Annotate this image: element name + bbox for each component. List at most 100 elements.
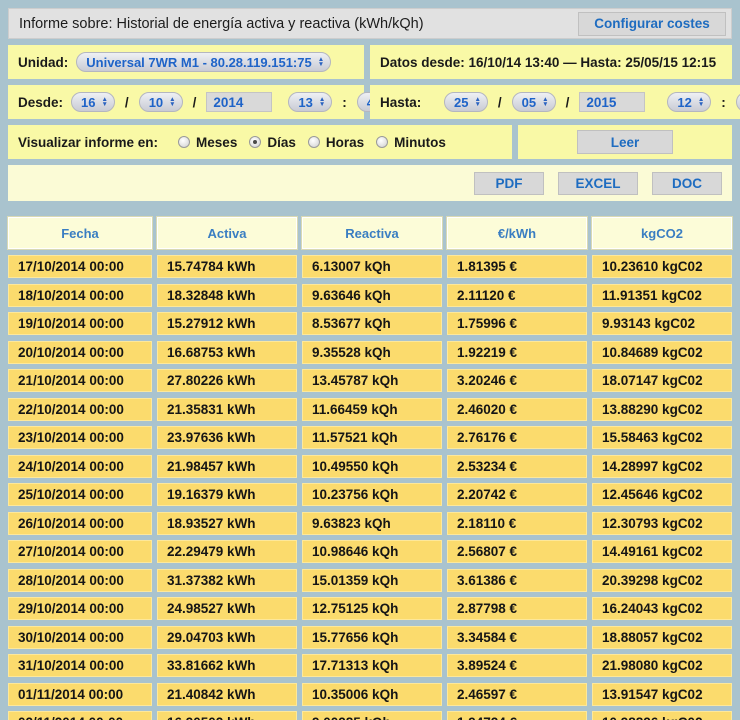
table-cell: 1.75996 € [447, 312, 587, 335]
table-cell: 21.98457 kWh [157, 455, 297, 478]
table-cell: 13.91547 kgC02 [592, 683, 732, 706]
range-panel: Datos desde: 16/10/14 13:40 — Hasta: 25/… [370, 45, 732, 79]
table-cell: 2.76176 € [447, 426, 587, 449]
table-cell: 1.94724 € [447, 711, 587, 720]
radio-icon[interactable] [249, 136, 261, 148]
table-cell: 18.88057 kgC02 [592, 626, 732, 649]
table-cell: 31.37382 kWh [157, 569, 297, 592]
table-cell: 19/10/2014 00:00 [8, 312, 152, 335]
table-cell: 15.58463 kgC02 [592, 426, 732, 449]
table-cell: 16.68753 kWh [157, 341, 297, 364]
table-cell: 25/10/2014 00:00 [8, 483, 152, 506]
chevron-up-down-icon: ▲▼ [101, 97, 107, 107]
unit-label: Unidad: [18, 55, 68, 70]
table-cell: 22.29479 kWh [157, 540, 297, 563]
table-cell: 12.75125 kQh [302, 597, 442, 620]
table-cell: 2.18110 € [447, 512, 587, 535]
unit-select[interactable]: Universal 7WR M1 - 80.28.119.151:75 ▲▼ [76, 52, 331, 72]
to-month-select[interactable]: 05 ▲▼ [512, 92, 556, 112]
report-table: FechaActivaReactiva€/kWhkgCO2 17/10/2014… [8, 217, 732, 720]
table-cell: 1.92219 € [447, 341, 587, 364]
configure-costs-button[interactable]: Configurar costes [578, 12, 726, 36]
table-cell: 11.57521 kQh [302, 426, 442, 449]
table-cell: 2.53234 € [447, 455, 587, 478]
table-cell: 10.23756 kQh [302, 483, 442, 506]
to-hour-value: 12 [677, 95, 691, 110]
table-cell: 23/10/2014 00:00 [8, 426, 152, 449]
view-option-1[interactable]: Días [249, 135, 296, 150]
table-cell: 17.71313 kQh [302, 654, 442, 677]
view-option-label: Minutos [394, 135, 446, 150]
unit-row: Unidad: Universal 7WR M1 - 80.28.119.151… [8, 45, 732, 79]
table-row: 27/10/2014 00:0022.29479 kWh10.98646 kQh… [8, 540, 732, 563]
table-cell: 31/10/2014 00:00 [8, 654, 152, 677]
table-cell: 10.23610 kgC02 [592, 255, 732, 278]
to-hour-select[interactable]: 12 ▲▼ [667, 92, 711, 112]
column-header-4: kgCO2 [592, 217, 732, 249]
table-row: 01/11/2014 00:0021.40842 kWh10.35006 kQh… [8, 683, 732, 706]
table-cell: 21/10/2014 00:00 [8, 369, 152, 392]
read-button[interactable]: Leer [577, 130, 673, 154]
column-header-0: Fecha [8, 217, 152, 249]
table-cell: 15.01359 kQh [302, 569, 442, 592]
export-excel-button[interactable]: EXCEL [558, 172, 638, 195]
table-cell: 21.40842 kWh [157, 683, 297, 706]
chevron-up-down-icon: ▲▼ [542, 97, 548, 107]
table-cell: 21.98080 kgC02 [592, 654, 732, 677]
table-cell: 11.91351 kgC02 [592, 284, 732, 307]
radio-icon[interactable] [308, 136, 320, 148]
table-cell: 1.81395 € [447, 255, 587, 278]
view-label: Visualizar informe en: [18, 135, 158, 150]
view-option-3[interactable]: Minutos [376, 135, 446, 150]
export-pdf-button[interactable]: PDF [474, 172, 544, 195]
view-panel: Visualizar informe en: Meses Días Horas Min… [8, 125, 512, 159]
view-option-label: Días [267, 135, 296, 150]
view-option-0[interactable]: Meses [178, 135, 237, 150]
date-separator: / [498, 95, 502, 110]
radio-icon[interactable] [376, 136, 388, 148]
column-header-3: €/kWh [447, 217, 587, 249]
table-cell: 9.00285 kQh [302, 711, 442, 720]
table-row: 20/10/2014 00:0016.68753 kWh9.35528 kQh1… [8, 341, 732, 364]
table-cell: 9.63646 kQh [302, 284, 442, 307]
table-header-row: FechaActivaReactiva€/kWhkgCO2 [8, 217, 732, 249]
table-cell: 9.93143 kgC02 [592, 312, 732, 335]
to-year-input[interactable] [579, 92, 645, 112]
table-cell: 16.90502 kWh [157, 711, 297, 720]
table-cell: 12.30793 kgC02 [592, 512, 732, 535]
table-cell: 2.46597 € [447, 683, 587, 706]
table-cell: 13.88290 kgC02 [592, 398, 732, 421]
table-cell: 10.35006 kQh [302, 683, 442, 706]
export-doc-button[interactable]: DOC [652, 172, 722, 195]
export-panel: PDF EXCEL DOC [8, 165, 732, 201]
table-cell: 30/10/2014 00:00 [8, 626, 152, 649]
table-cell: 24/10/2014 00:00 [8, 455, 152, 478]
column-header-2: Reactiva [302, 217, 442, 249]
table-cell: 12.45646 kgC02 [592, 483, 732, 506]
view-option-label: Horas [326, 135, 364, 150]
radio-icon[interactable] [178, 136, 190, 148]
unit-panel: Unidad: Universal 7WR M1 - 80.28.119.151… [8, 45, 364, 79]
table-cell: 2.46020 € [447, 398, 587, 421]
from-year-input[interactable] [206, 92, 272, 112]
from-month-select[interactable]: 10 ▲▼ [139, 92, 183, 112]
view-option-2[interactable]: Horas [308, 135, 364, 150]
column-header-1: Activa [157, 217, 297, 249]
table-cell: 18.32848 kWh [157, 284, 297, 307]
table-cell: 14.49161 kgC02 [592, 540, 732, 563]
from-label: Desde: [18, 95, 63, 110]
table-cell: 20/10/2014 00:00 [8, 341, 152, 364]
from-day-select[interactable]: 16 ▲▼ [71, 92, 115, 112]
to-minute-select[interactable]: 15 ▲▼ [736, 92, 740, 112]
table-cell: 11.66459 kQh [302, 398, 442, 421]
table-row: 22/10/2014 00:0021.35831 kWh11.66459 kQh… [8, 398, 732, 421]
table-cell: 2.11120 € [447, 284, 587, 307]
table-cell: 26/10/2014 00:00 [8, 512, 152, 535]
table-cell: 14.28997 kgC02 [592, 455, 732, 478]
chevron-up-down-icon: ▲▼ [474, 97, 480, 107]
view-options-group: Meses Días Horas Minutos [166, 135, 446, 150]
table-cell: 27.80226 kWh [157, 369, 297, 392]
to-day-select[interactable]: 25 ▲▼ [444, 92, 488, 112]
table-row: 26/10/2014 00:0018.93527 kWh9.63823 kQh2… [8, 512, 732, 535]
from-hour-select[interactable]: 13 ▲▼ [288, 92, 332, 112]
